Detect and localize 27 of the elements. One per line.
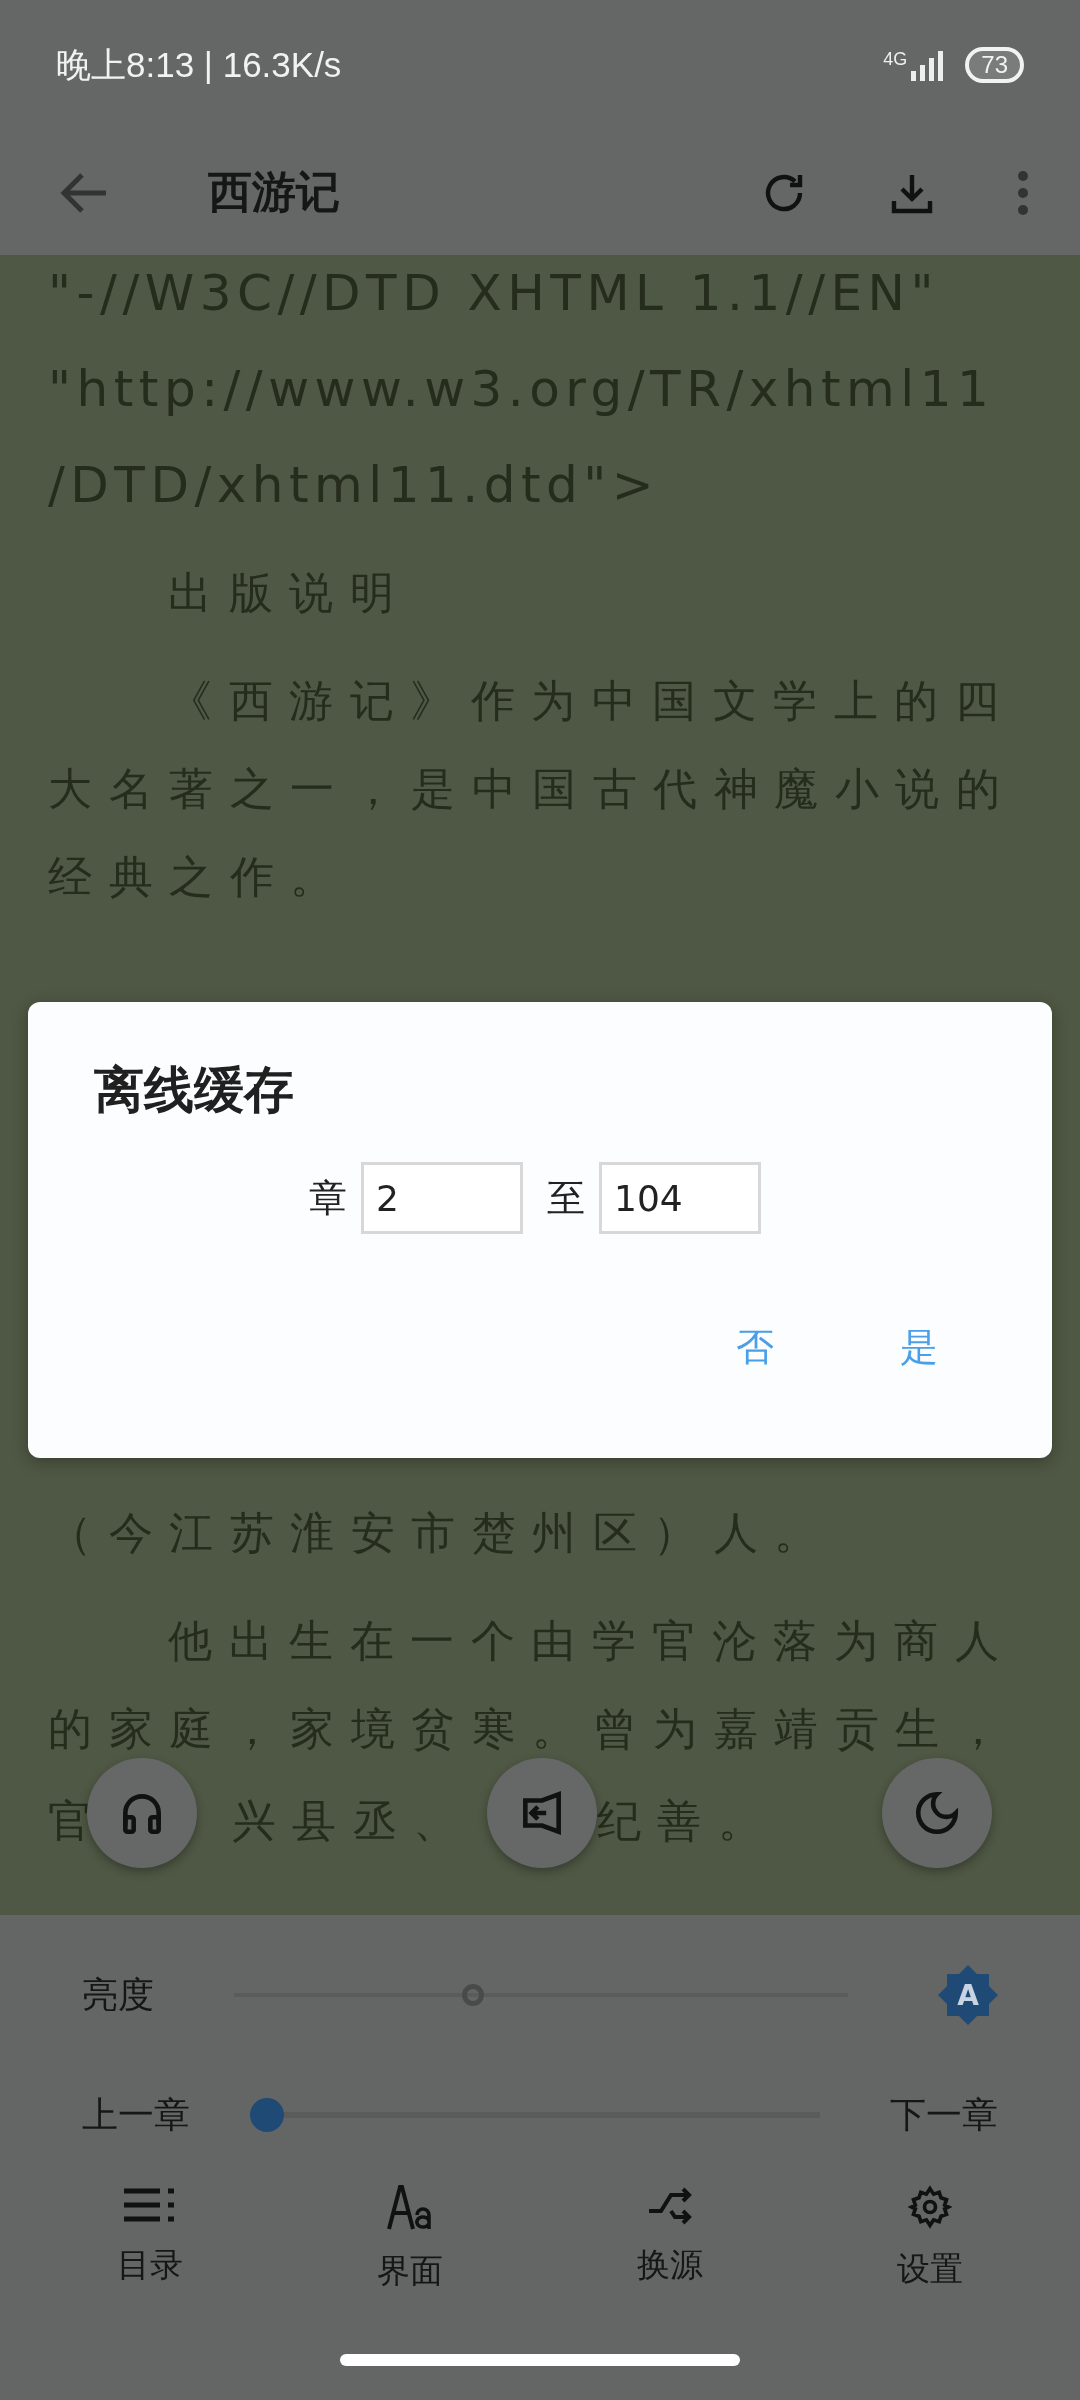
auto-brightness-toggle[interactable]: A <box>938 1965 998 2025</box>
chapter-label: 章 <box>309 1174 347 1222</box>
slider-thumb[interactable] <box>250 2098 285 2132</box>
shuffle-icon <box>647 2185 693 2225</box>
font-size-icon <box>387 2185 433 2231</box>
start-chapter-field[interactable]: 2 <box>361 1162 523 1234</box>
network-type: 4G <box>883 49 908 70</box>
confirm-button[interactable]: 是 <box>892 1314 946 1381</box>
settings-icon <box>908 2185 952 2229</box>
dialog-title: 离线缓存 <box>94 1060 295 1121</box>
brightness-label: 亮度 <box>82 1972 154 2017</box>
slider-thumb[interactable] <box>462 1984 485 2006</box>
cancel-button[interactable]: 否 <box>728 1314 782 1381</box>
bottom-nav-item[interactable]: 设置 <box>870 2185 990 2294</box>
bottom-nav-item[interactable]: 目录 <box>90 2185 210 2294</box>
end-chapter-field[interactable]: 104 <box>599 1162 761 1234</box>
bottom-nav-item[interactable]: 界面 <box>350 2185 470 2294</box>
status-time-speed: 晚上8:13 | 16.3K/s <box>56 43 342 86</box>
next-chapter-button[interactable]: 下一章 <box>890 2090 998 2140</box>
signal-icon <box>911 49 946 81</box>
previous-chapter-button[interactable]: 上一章 <box>82 2090 190 2140</box>
battery-indicator: 73 <box>965 47 1024 83</box>
book-title: 西游记 <box>208 165 341 219</box>
bottom-nav-item[interactable]: 换源 <box>610 2185 730 2294</box>
to-label: 至 <box>547 1174 585 1222</box>
back-arrow-icon <box>60 172 108 213</box>
more-vertical-icon <box>1016 168 1030 217</box>
